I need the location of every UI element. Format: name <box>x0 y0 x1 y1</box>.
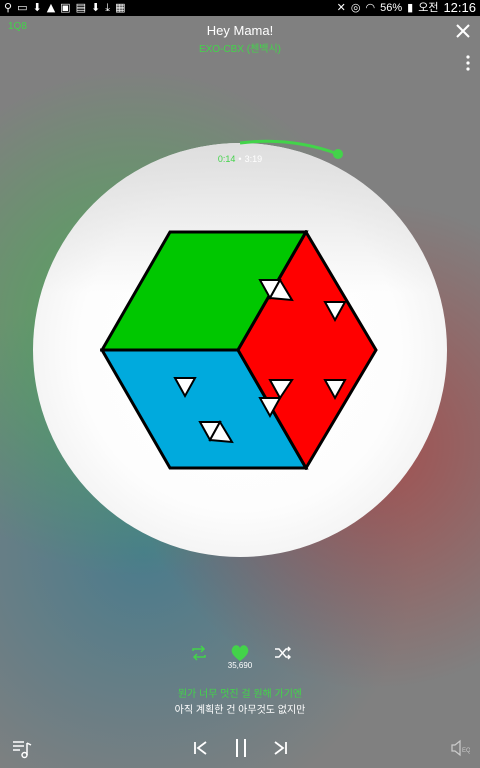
image-icon: ▣ <box>60 1 71 14</box>
battery-percent: 56% <box>380 2 403 14</box>
notification-icon: ⚲ <box>4 1 13 14</box>
song-artist[interactable]: EXO-CBX (첸백시) <box>0 40 480 55</box>
status-left-icons: ⚲ ▭ ⬇ ▲ ▣ ▤ ⬇ ⤓ ▦ <box>0 0 129 16</box>
battery-icon: ▮ <box>407 1 414 14</box>
skip-next-icon[interactable] <box>272 740 288 756</box>
like-count: 35,690 <box>227 661 253 670</box>
status-right-icons: ✕ ◎ ◠ 56% ▮ 오전 12:16 <box>333 0 480 16</box>
album-cover-art <box>100 230 378 470</box>
status-time: 12:16 <box>443 0 476 15</box>
alarm-icon: ◎ <box>350 1 361 14</box>
wifi-icon: ◠ <box>365 1 376 14</box>
bus-icon: ▤ <box>75 1 86 14</box>
status-bar: ⚲ ▭ ⬇ ▲ ▣ ▤ ⬇ ⤓ ▦ ✕ ◎ ◠ 56% ▮ 오전 12:16 <box>0 0 480 16</box>
status-ampm: 오전 <box>418 2 439 14</box>
more-vertical-icon[interactable] <box>463 54 473 72</box>
pause-icon[interactable] <box>234 738 248 758</box>
time-row: 0:14 • 3:19 <box>0 154 480 164</box>
mute-icon: ✕ <box>336 1 346 14</box>
repeat-icon[interactable] <box>190 645 208 661</box>
svg-text:EQ: EQ <box>462 748 470 754</box>
playlist-icon[interactable] <box>12 738 34 760</box>
shuffle-icon[interactable] <box>274 645 292 661</box>
skip-previous-icon[interactable] <box>193 740 209 756</box>
equalizer-icon[interactable]: EQ <box>450 739 470 757</box>
download-tray-icon: ⤓ <box>105 1 111 14</box>
download-icon: ⬇ <box>32 1 42 14</box>
lyric-current[interactable]: 뭔가 너무 멋진 걸 원해 가기엔 <box>0 685 480 700</box>
heart-icon[interactable] <box>230 644 250 662</box>
total-time: 3:19 <box>244 154 263 164</box>
warning-icon: ▲ <box>46 1 56 14</box>
bag-icon: ▦ <box>115 1 126 14</box>
song-title: Hey Mama! <box>206 23 274 38</box>
close-icon[interactable] <box>452 20 474 42</box>
download-icon: ⬇ <box>90 1 101 14</box>
cast-icon: ▭ <box>17 1 28 14</box>
lyric-next[interactable]: 아직 계획한 건 아무것도 없지만 <box>0 701 480 716</box>
current-time: 0:14 <box>217 154 236 164</box>
playback-bar: EQ <box>0 730 480 764</box>
time-separator: • <box>238 154 242 164</box>
